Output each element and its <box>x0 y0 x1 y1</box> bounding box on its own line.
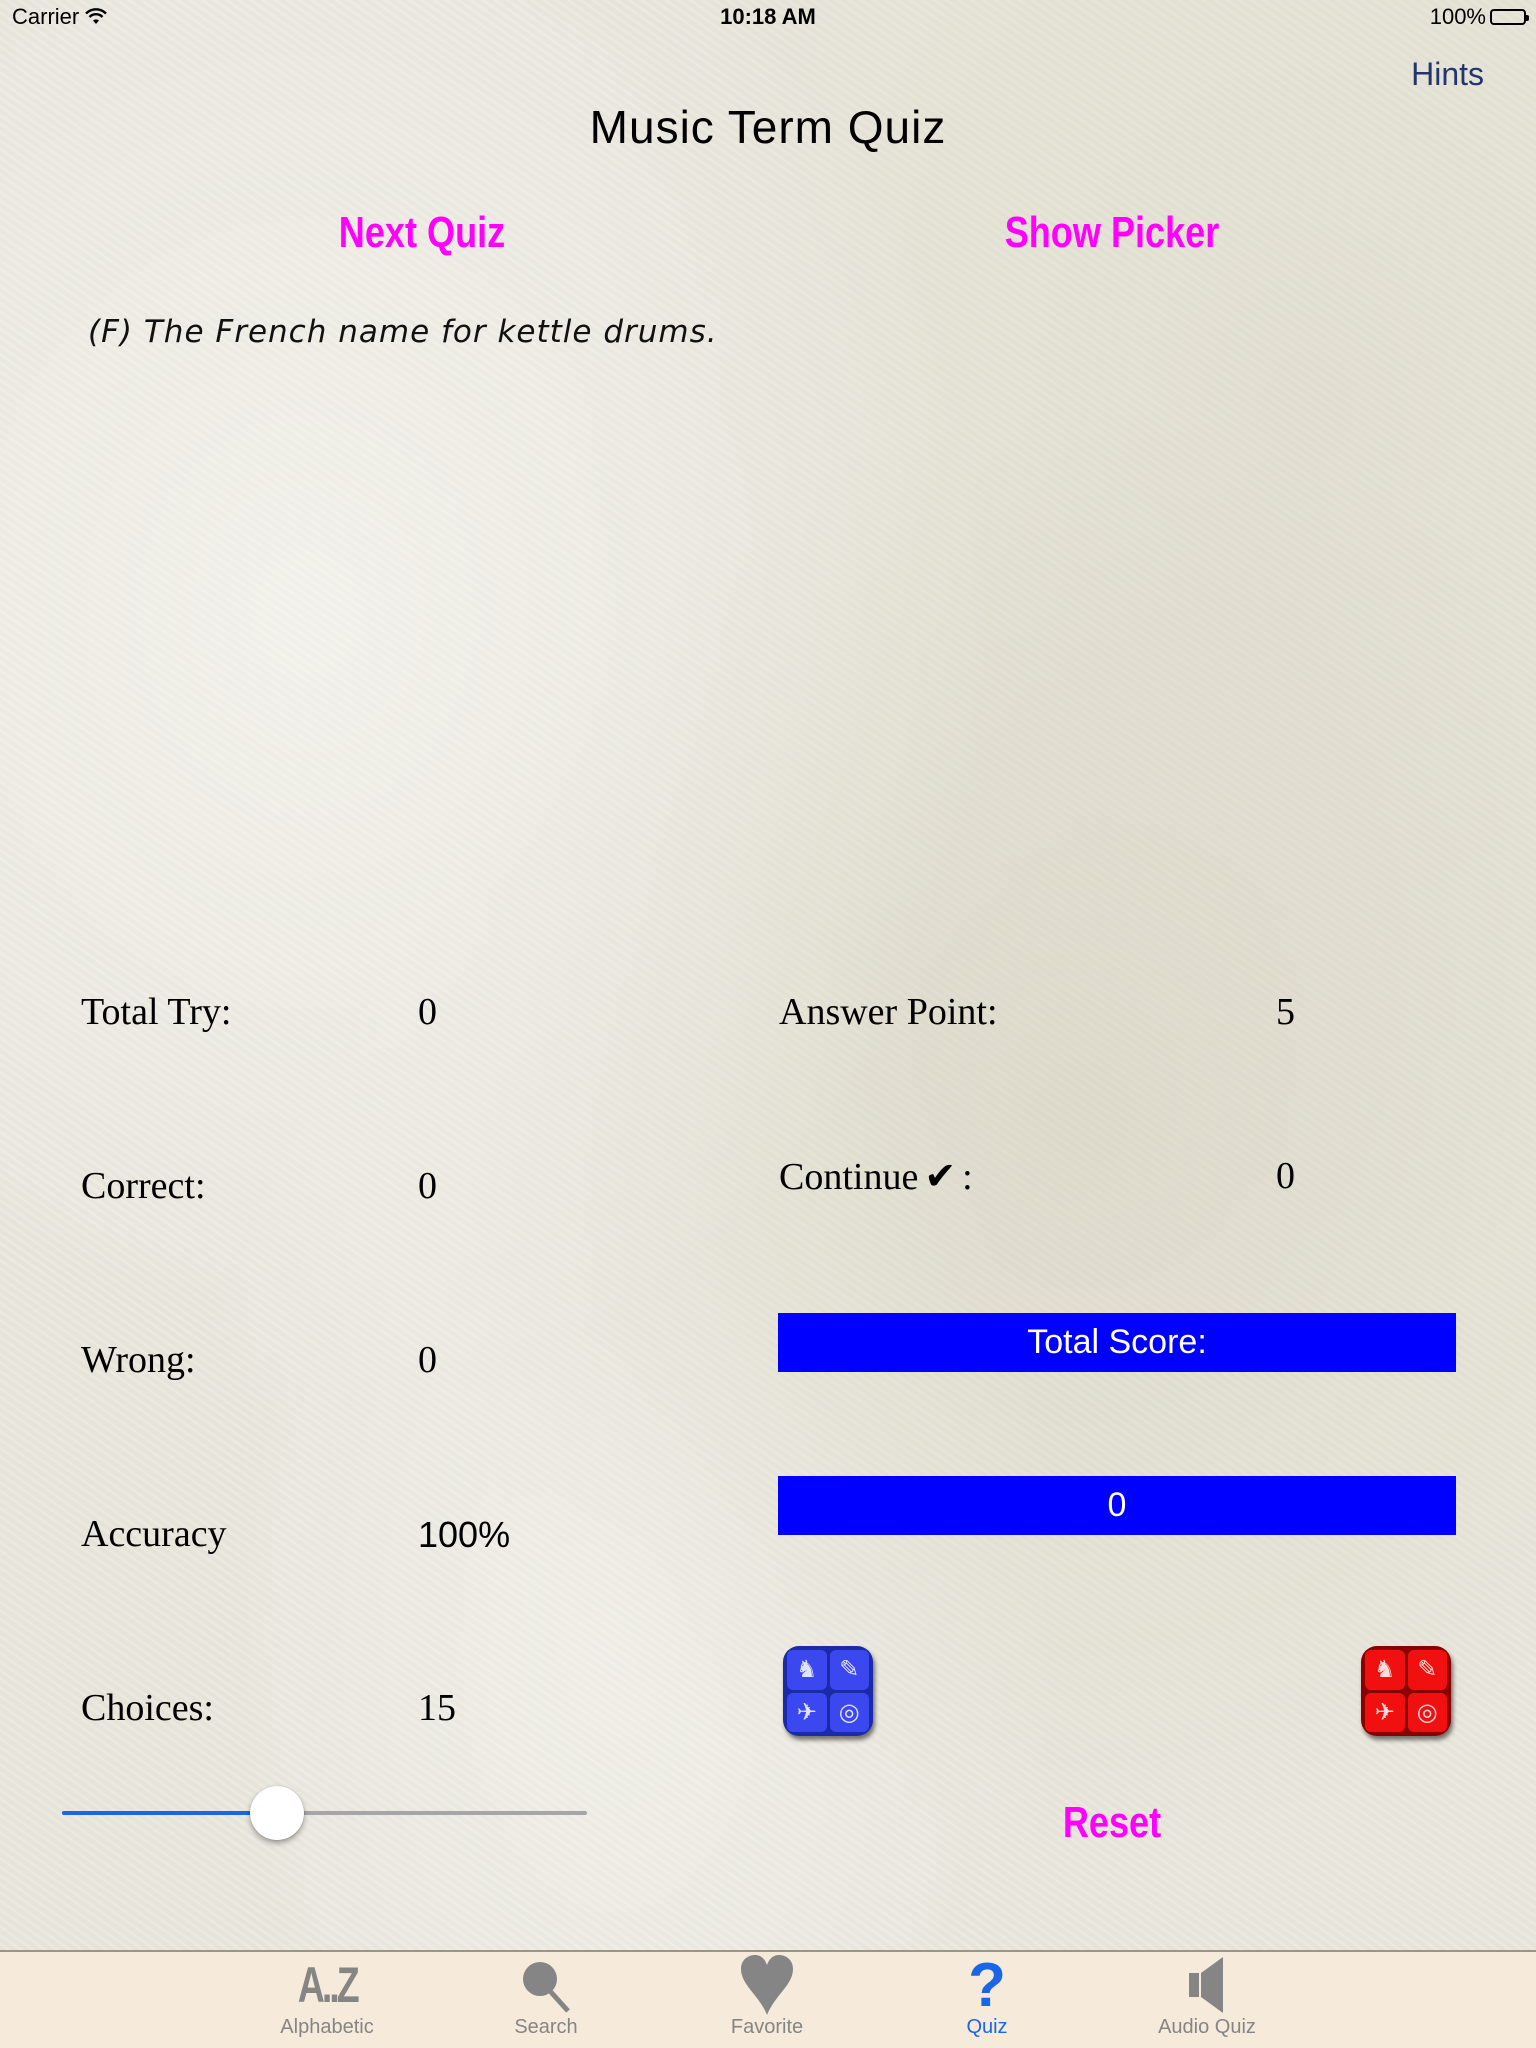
target-icon: ◎ <box>1407 1692 1447 1732</box>
show-picker-button[interactable]: Show Picker <box>948 208 1276 258</box>
target-icon: ◎ <box>829 1692 869 1732</box>
a-z-icon: A..Z <box>297 1957 360 2013</box>
tab-quiz[interactable]: ? Quiz <box>907 1950 1067 2048</box>
tab-label: Search <box>514 2016 578 2038</box>
accuracy-value: 100% <box>418 1514 511 1555</box>
brush-icon: ✎ <box>1407 1650 1447 1690</box>
hints-button[interactable]: Hints <box>1411 56 1484 93</box>
wrong-label: Wrong: <box>81 1339 196 1381</box>
category-button-red[interactable]: ♞ ✎ ✈ ◎ <box>1361 1646 1451 1736</box>
reset-button[interactable]: Reset <box>948 1798 1276 1848</box>
battery-icon <box>1490 9 1529 25</box>
chess-knight-icon: ♞ <box>787 1650 827 1690</box>
continue-colon: : <box>962 1156 973 1198</box>
choices-label: Choices: <box>81 1687 214 1729</box>
page-title: Music Term Quiz <box>589 101 947 153</box>
slider-thumb[interactable] <box>250 1786 305 1840</box>
tab-label: Quiz <box>966 2016 1008 2038</box>
answer-point-label: Answer Point: <box>779 991 998 1033</box>
status-time: 10:18 AM <box>720 4 816 29</box>
tab-bar: A..Z Alphabetic Search Favorite ? Quiz A… <box>0 1950 1536 2048</box>
continue-correct-label: Continue ✔ : <box>779 1154 973 1199</box>
total-score-label: Total Score: <box>778 1313 1456 1372</box>
tab-label: Favorite <box>730 2016 804 2038</box>
slider-fill <box>62 1811 278 1815</box>
wrong-value: 0 <box>418 1339 437 1381</box>
status-battery: 100% <box>1429 4 1529 30</box>
tab-favorite[interactable]: Favorite <box>687 1952 847 2048</box>
accuracy-label: Accuracy <box>81 1513 227 1555</box>
tab-label: Audio Quiz <box>1158 2016 1256 2038</box>
brush-icon: ✎ <box>829 1650 869 1690</box>
quiz-question: (F) The French name for kettle drums. <box>88 314 718 350</box>
tab-label: Alphabetic <box>280 2016 374 2038</box>
battery-percent: 100% <box>1429 4 1486 29</box>
correct-value: 0 <box>418 1165 437 1207</box>
tab-alphabetic[interactable]: A..Z Alphabetic <box>247 1952 407 2048</box>
chess-knight-icon: ♞ <box>1365 1650 1405 1690</box>
next-quiz-button[interactable]: Next Quiz <box>258 208 586 258</box>
rocket-icon: ✈ <box>1365 1692 1405 1732</box>
correct-label: Correct: <box>81 1165 206 1207</box>
question-icon: ? <box>968 1950 1006 2020</box>
heart-icon <box>687 1952 847 2018</box>
total-score-value: 0 <box>778 1476 1456 1535</box>
tab-search[interactable]: Search <box>466 1952 626 2048</box>
continue-value: 0 <box>1276 1155 1295 1197</box>
search-icon <box>466 1952 626 2018</box>
answer-point-value: 5 <box>1276 991 1295 1033</box>
rocket-icon: ✈ <box>787 1692 827 1732</box>
total-try-value: 0 <box>418 991 437 1033</box>
speaker-icon <box>1127 1952 1287 2018</box>
total-try-label: Total Try: <box>81 991 232 1033</box>
tab-audio-quiz[interactable]: Audio Quiz <box>1127 1952 1287 2048</box>
choices-slider[interactable] <box>62 1786 587 1840</box>
checkmark-icon: ✔ <box>924 1154 957 1198</box>
choices-value: 15 <box>418 1687 456 1729</box>
category-button-blue[interactable]: ♞ ✎ ✈ ◎ <box>783 1646 873 1736</box>
continue-label: Continue <box>779 1156 919 1198</box>
